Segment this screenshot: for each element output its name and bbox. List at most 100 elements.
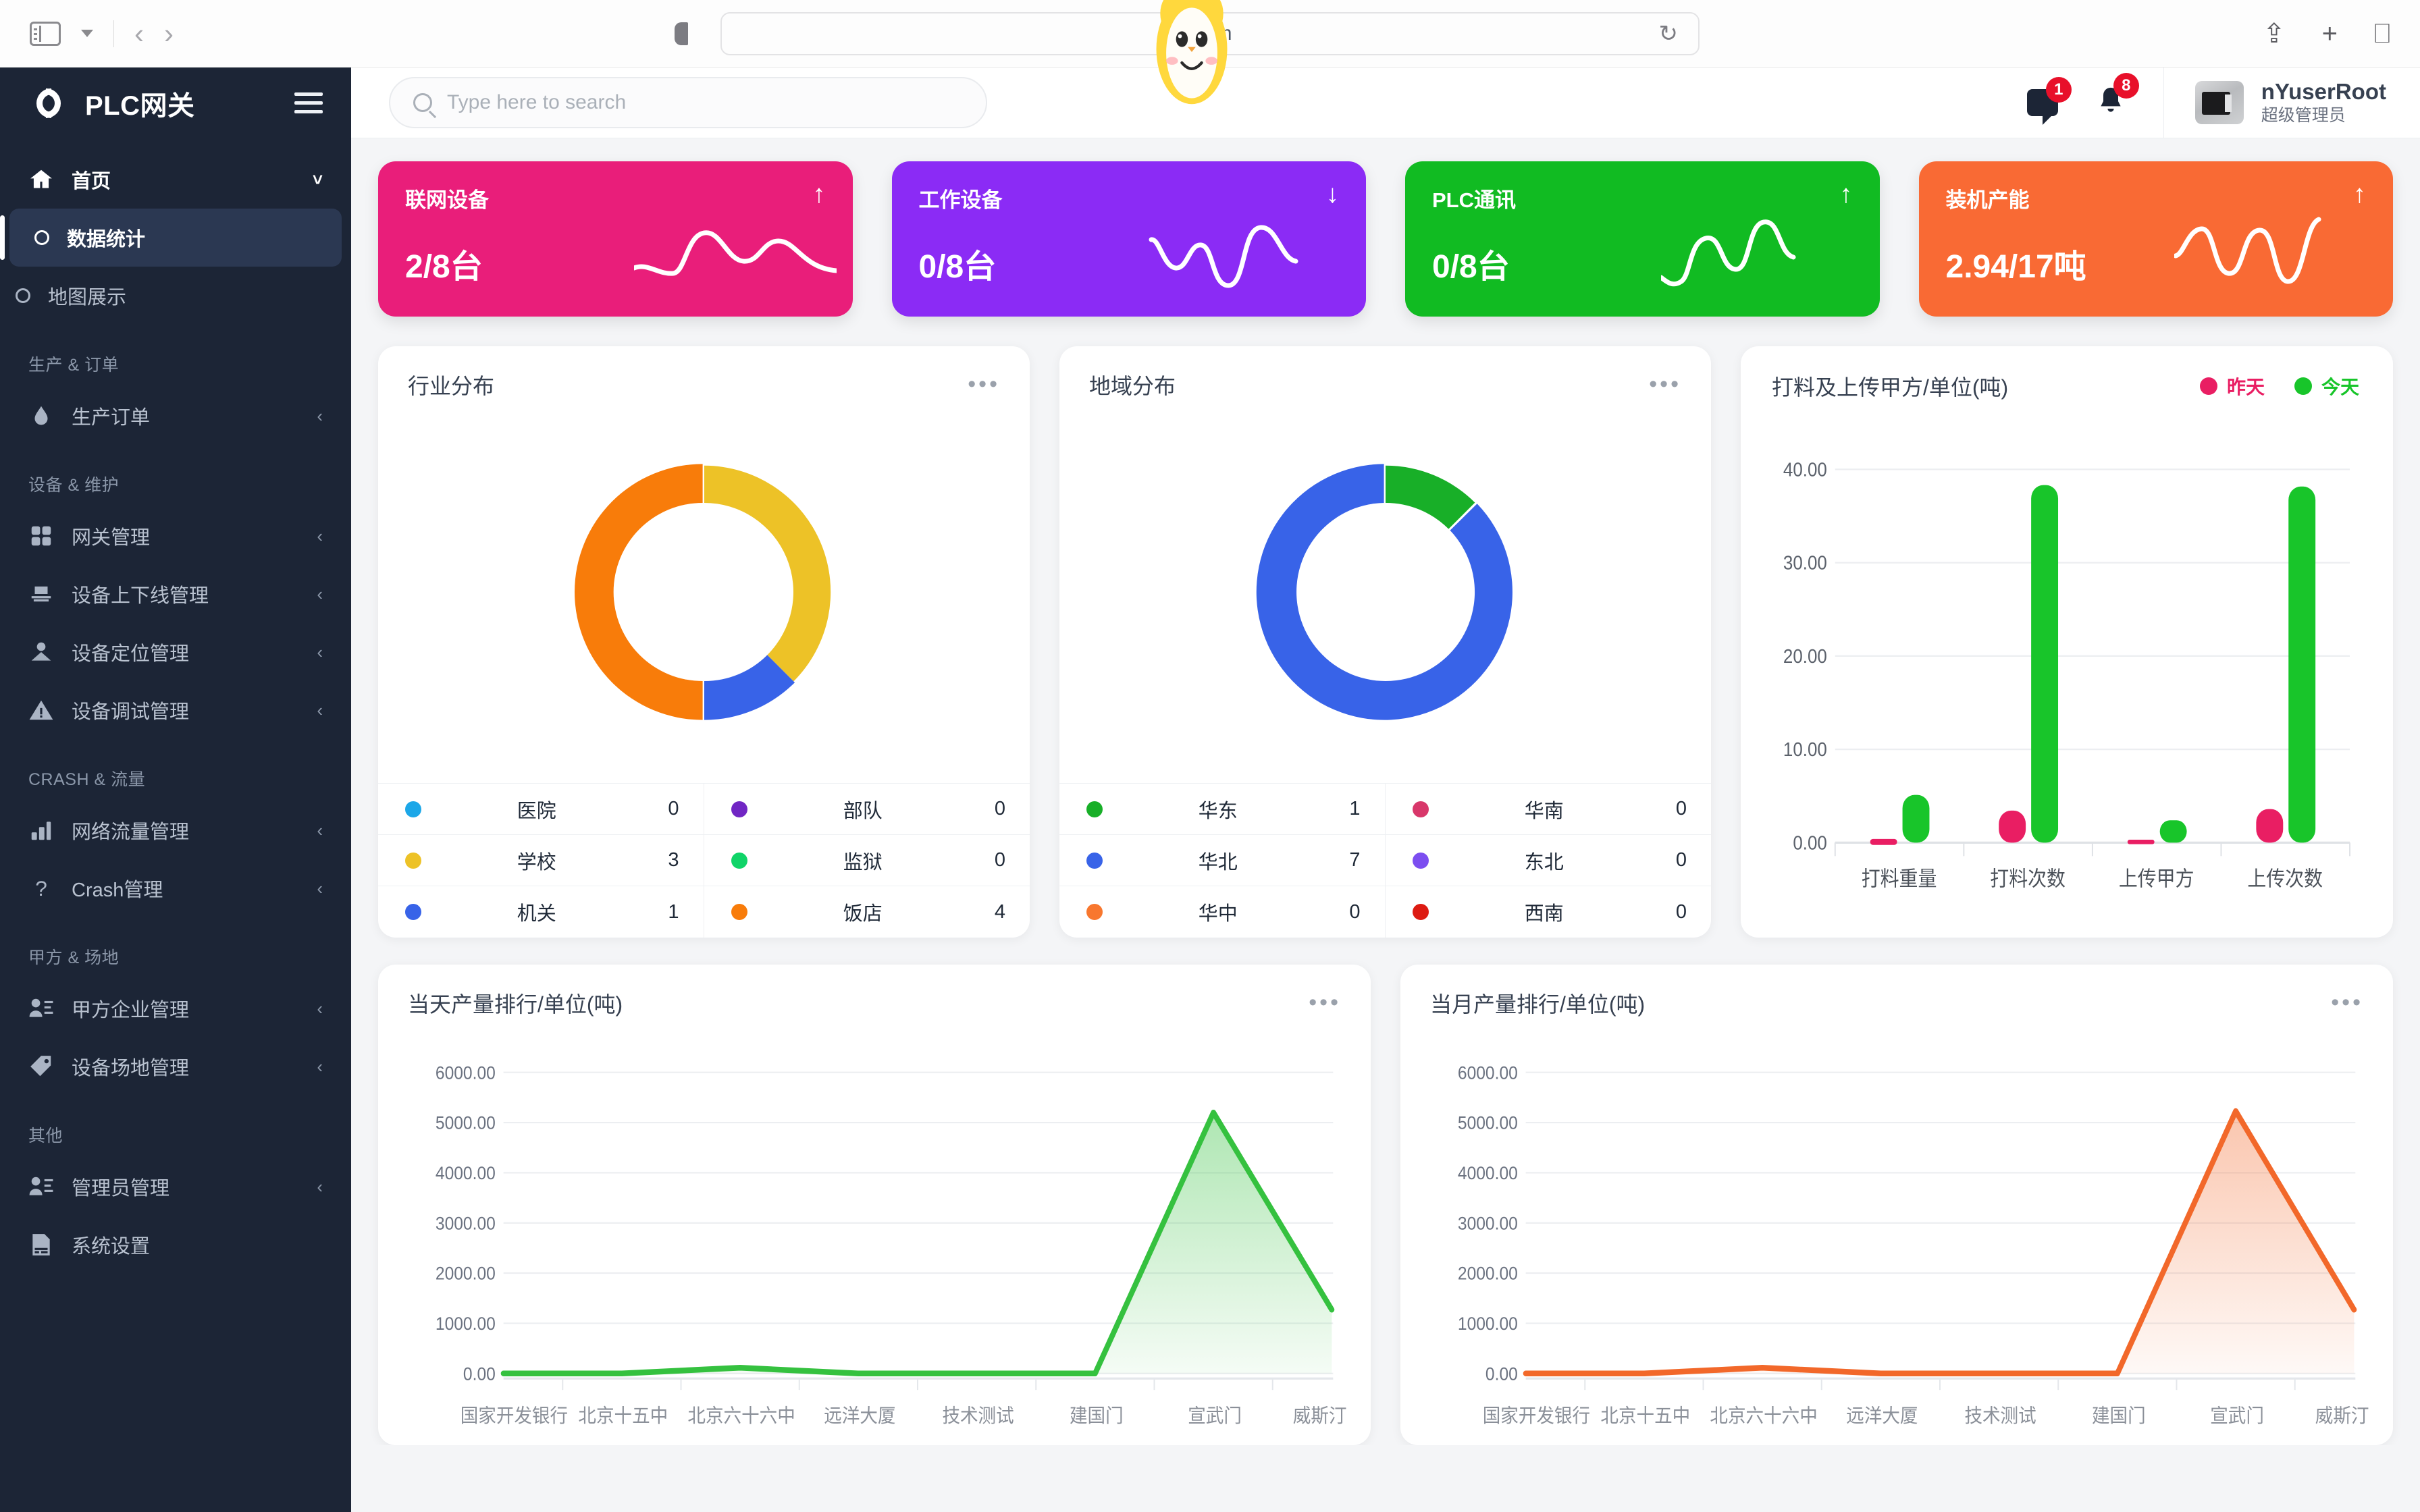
- svg-text:打料次数: 打料次数: [1990, 867, 2066, 891]
- kpi-card-connected-devices[interactable]: 联网设备 ↑ 2/8台: [378, 161, 853, 317]
- chevron-left-icon[interactable]: ‹: [317, 820, 323, 841]
- bar-legend: 昨天 今天: [2199, 373, 2359, 400]
- forward-icon[interactable]: ›: [164, 19, 174, 48]
- hamburger-icon[interactable]: [294, 92, 323, 113]
- bar-chart-icon: [28, 817, 54, 843]
- sidebar-item-system-settings[interactable]: 系统设置: [0, 1216, 351, 1274]
- daily-output-svg: 6000.00 5000.00 4000.00 3000.00 2000.00 …: [436, 1063, 1347, 1426]
- app-shell: PLC网关 首页 ˅ 数据统计 地图展示 生产 & 订单 生产订单 ‹ 设备 &…: [0, 68, 2420, 1512]
- chevron-left-icon[interactable]: ‹: [317, 406, 323, 427]
- notifications-button[interactable]: 8: [2096, 72, 2139, 121]
- legend-row[interactable]: 华北 7: [1059, 835, 1386, 886]
- svg-text:威斯汀: 威斯汀: [2315, 1405, 2369, 1426]
- legend-color-dot: [2294, 377, 2312, 395]
- sidebar-item-data-statistics[interactable]: 数据统计: [0, 209, 342, 267]
- chevron-left-icon[interactable]: ‹: [317, 998, 323, 1019]
- sidebar-group-title: 其他: [28, 1127, 63, 1145]
- chevron-down-icon[interactable]: ˅: [313, 169, 323, 190]
- legend-item-today[interactable]: 今天: [2294, 373, 2359, 400]
- chevron-left-icon[interactable]: ‹: [317, 700, 323, 721]
- kpi-card-working-devices[interactable]: 工作设备 ↓ 0/8台: [891, 161, 1366, 317]
- legend-value: 7: [1349, 849, 1361, 871]
- kpi-card-installed-capacity[interactable]: 装机产能 ↑ 2.94/17吨: [1918, 161, 2393, 317]
- messages-button[interactable]: 1: [2026, 77, 2072, 125]
- legend-row[interactable]: 学校 3: [378, 835, 704, 886]
- legend-row[interactable]: 饭店 4: [704, 886, 1030, 938]
- chevron-down-icon[interactable]: [81, 30, 93, 37]
- legend-label: 今天: [2321, 377, 2359, 398]
- legend-color-dot: [1412, 801, 1429, 817]
- daily-output-plot: 6000.00 5000.00 4000.00 3000.00 2000.00 …: [402, 1029, 1347, 1445]
- more-horizontal-icon[interactable]: •••: [1649, 373, 1681, 396]
- sidebar-item-device-debug[interactable]: 设备调试管理 ‹: [0, 681, 351, 739]
- sidebar-item-device-online-offline[interactable]: 设备上下线管理 ‹: [0, 565, 351, 623]
- chat-badge: 1: [2045, 77, 2072, 103]
- sidebar-item-label: 首页: [72, 171, 111, 192]
- more-horizontal-icon[interactable]: •••: [1309, 992, 1341, 1014]
- legend-row[interactable]: 华南 0: [1385, 784, 1711, 835]
- share-icon[interactable]: ⇪: [2263, 20, 2286, 47]
- legend-value: 0: [1675, 900, 1687, 923]
- brand-name: PLC网关: [85, 90, 195, 121]
- legend-row[interactable]: 东北 0: [1385, 835, 1711, 886]
- device-icon: [28, 581, 54, 607]
- chevron-left-icon[interactable]: ‹: [317, 584, 323, 605]
- sidebar-item-device-location[interactable]: 设备定位管理 ‹: [0, 623, 351, 681]
- chevron-left-icon[interactable]: ‹: [317, 1056, 323, 1077]
- trend-up-icon: ↑: [1839, 180, 1853, 209]
- chevron-left-icon[interactable]: ‹: [317, 878, 323, 899]
- tabs-overview-icon[interactable]: ⎕: [2374, 20, 2390, 47]
- legend-label: 华北: [1198, 851, 1238, 873]
- legend-color-dot: [1086, 904, 1103, 920]
- legend-color-dot: [1412, 904, 1429, 920]
- sidebar-item-gateway-management[interactable]: 网关管理 ‹: [0, 507, 351, 565]
- legend-row[interactable]: 医院 0: [378, 784, 704, 835]
- sidebar-item-admin-management[interactable]: 管理员管理 ‹: [0, 1158, 351, 1216]
- chevron-left-icon[interactable]: ‹: [317, 526, 323, 547]
- legend-item-yesterday[interactable]: 昨天: [2199, 373, 2265, 400]
- legend-row[interactable]: 监狱 0: [704, 835, 1030, 886]
- sidebar-item-device-site[interactable]: 设备场地管理 ‹: [0, 1037, 351, 1096]
- sidebar-item-production-order[interactable]: 生产订单 ‹: [0, 387, 351, 445]
- more-horizontal-icon[interactable]: •••: [2331, 992, 2363, 1014]
- plus-icon[interactable]: +: [2322, 20, 2338, 47]
- sidebar-toggle-icon[interactable]: [30, 21, 61, 46]
- legend-value: 0: [1349, 900, 1361, 923]
- shield-icon[interactable]: [675, 22, 688, 45]
- legend-label: 东北: [1524, 851, 1564, 873]
- daily-output-card: 当天产量排行/单位(吨) ••• 6000.00 5000.00 4000.00…: [378, 965, 1371, 1445]
- legend-row[interactable]: 华中 0: [1059, 886, 1386, 938]
- plc-logo-icon: [28, 83, 69, 124]
- legend-label: 华南: [1524, 800, 1564, 822]
- sidebar-item-client-enterprise[interactable]: 甲方企业管理 ‹: [0, 979, 351, 1037]
- user-menu[interactable]: nYuserRoot 超级管理员: [2163, 68, 2420, 138]
- sidebar-item-home[interactable]: 首页 ˅: [0, 151, 351, 209]
- bottom-row: 当天产量排行/单位(吨) ••• 6000.00 5000.00 4000.00…: [378, 965, 2393, 1445]
- sidebar-item-map-display[interactable]: 地图展示: [0, 267, 351, 325]
- legend-label: 昨天: [2226, 377, 2265, 398]
- avatar: [2194, 81, 2244, 124]
- address-bar[interactable]: .com ↻: [675, 11, 1700, 55]
- legend-value: 0: [1675, 849, 1687, 871]
- more-horizontal-icon[interactable]: •••: [968, 373, 1000, 396]
- legend-row[interactable]: 部队 0: [704, 784, 1030, 835]
- drop-icon: [28, 403, 54, 429]
- card-title: 行业分布: [408, 374, 495, 398]
- sidebar-item-crash-management[interactable]: ? Crash管理 ‹: [0, 859, 351, 917]
- reload-icon[interactable]: ↻: [1659, 20, 1679, 47]
- sidebar-item-network-traffic[interactable]: 网络流量管理 ‹: [0, 801, 351, 859]
- brand[interactable]: PLC网关: [0, 68, 351, 138]
- legend-row[interactable]: 机关 1: [378, 886, 704, 938]
- trend-down-icon: ↓: [1326, 180, 1339, 209]
- legend-row[interactable]: 西南 0: [1386, 886, 1712, 938]
- legend-color-dot: [1412, 852, 1429, 869]
- chevron-left-icon[interactable]: ‹: [317, 642, 323, 663]
- chevron-left-icon[interactable]: ‹: [317, 1177, 323, 1197]
- warning-triangle-icon: [28, 697, 54, 723]
- svg-text:建国门: 建国门: [2092, 1405, 2146, 1426]
- search-input[interactable]: Type here to search: [389, 77, 987, 128]
- kpi-card-plc-communication[interactable]: PLC通讯 ↑ 0/8台: [1405, 161, 1880, 317]
- legend-row[interactable]: 华东 1: [1059, 784, 1386, 835]
- back-icon[interactable]: ‹: [134, 19, 144, 48]
- monthly-output-card: 当月产量排行/单位(吨) ••• 6000.00 5000.00 4000.00…: [1400, 965, 2393, 1445]
